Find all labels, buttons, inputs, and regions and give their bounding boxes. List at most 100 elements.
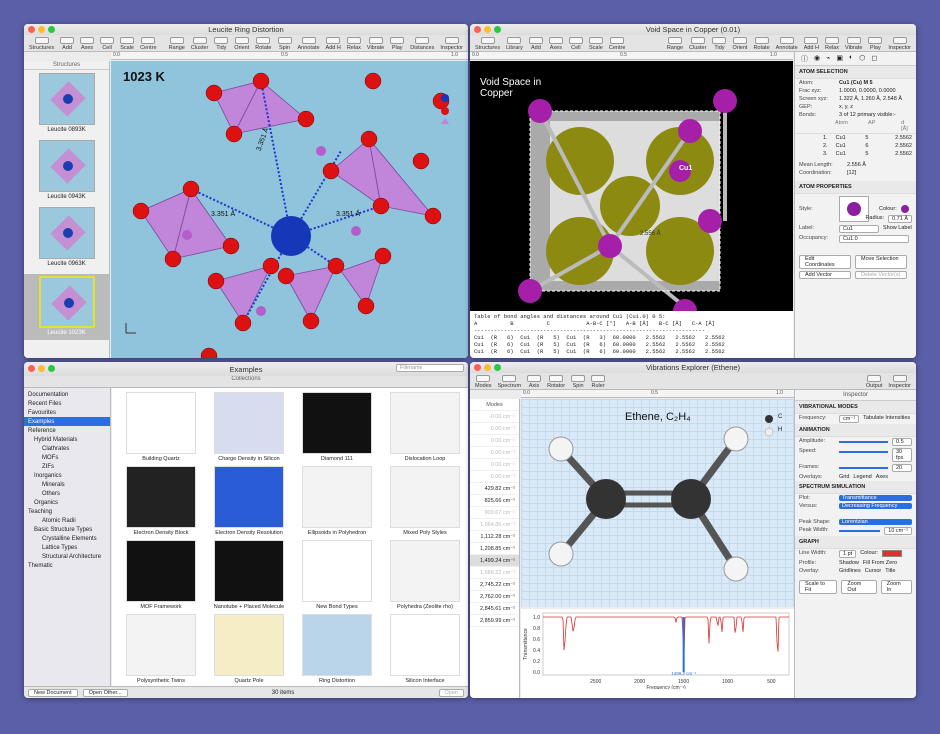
example-tile[interactable]: Ring Distortion — [296, 614, 378, 684]
delete-vector-button[interactable]: Delete Vector(s) — [855, 271, 907, 279]
section-header[interactable]: VIBRATIONAL MODES — [795, 401, 916, 414]
example-tile[interactable]: Quartz Pole — [208, 614, 290, 684]
colour-swatch[interactable] — [900, 205, 909, 213]
title-checkbox[interactable]: Title — [885, 568, 895, 574]
gridlines-checkbox[interactable]: Gridlines — [839, 568, 861, 574]
mode-row[interactable]: 909.67 cm⁻¹ — [470, 507, 519, 519]
close-button[interactable] — [474, 364, 481, 371]
zoom-button[interactable] — [48, 365, 55, 372]
speed-field[interactable]: 30 fps — [892, 448, 912, 462]
scale-to-fit-button[interactable]: Scale to Fit — [799, 580, 838, 594]
example-tile[interactable]: Electron Density Resolution — [208, 466, 290, 536]
toolbar-button[interactable]: Rotate — [253, 37, 273, 51]
example-tile[interactable]: MOF Framework — [120, 540, 202, 610]
example-tile[interactable]: New Bond Types — [296, 540, 378, 610]
bond-icon[interactable]: ⌁ — [826, 54, 830, 63]
mode-row[interactable]: 2,859.99 cm⁻¹ — [470, 615, 519, 627]
sidebar-item[interactable]: Others — [24, 489, 110, 498]
zoom-out-button[interactable]: Zoom Out — [841, 580, 877, 594]
mode-row[interactable]: 2,845.61 cm⁻¹ — [470, 603, 519, 615]
mode-row[interactable]: 0.00 cm⁻¹ — [470, 447, 519, 459]
window-controls[interactable] — [28, 365, 55, 372]
peak-width-slider[interactable] — [839, 530, 881, 532]
structure-thumb[interactable]: Leucite 0893K — [30, 73, 103, 137]
window-controls[interactable] — [28, 26, 55, 33]
mode-row[interactable]: 1,499.24 cm⁻¹ — [470, 555, 519, 567]
zoom-button[interactable] — [494, 364, 501, 371]
plot-popup[interactable]: Transmittance — [839, 495, 912, 501]
toolbar-button[interactable]: Centre — [138, 37, 159, 51]
mode-row[interactable]: -0.00 cm⁻¹ — [470, 411, 519, 423]
sidebar-item[interactable]: Hybrid Materials — [24, 435, 110, 444]
speed-slider[interactable] — [839, 451, 888, 453]
sidebar-item[interactable]: ZIFs — [24, 462, 110, 471]
colour-swatch[interactable] — [881, 550, 902, 557]
mode-row[interactable]: 1,586.22 cm⁻¹ — [470, 567, 519, 579]
sidebar-item[interactable]: Documentation — [24, 390, 110, 399]
move-selection-button[interactable]: Move Selection — [855, 255, 907, 269]
toolbar-button[interactable]: Inspector — [886, 37, 913, 51]
example-tile[interactable]: Polyhedra (Zeolite rho) — [384, 540, 466, 610]
toolbar-button[interactable]: Relax — [823, 37, 841, 51]
view-icon[interactable]: ◐ — [849, 54, 853, 63]
frequency-unit-popup[interactable]: cm⁻¹ — [839, 415, 860, 423]
toolbar-button[interactable]: Add — [58, 37, 76, 51]
toolbar-button[interactable]: Rotate — [751, 37, 771, 51]
frames-slider[interactable] — [839, 467, 888, 469]
toolbar-button[interactable]: Modes — [473, 375, 494, 389]
peak-width-field[interactable]: 10 cm⁻¹ — [884, 527, 912, 535]
toolbar-button[interactable]: Scale — [587, 37, 605, 51]
sidebar-item[interactable]: Basic Structure Types — [24, 525, 110, 534]
sidebar-item[interactable]: Atomic Radii — [24, 516, 110, 525]
toolbar-button[interactable]: Rotator — [545, 375, 567, 389]
toolbar-button[interactable]: Inspector — [438, 37, 465, 51]
minimize-button[interactable] — [484, 26, 491, 33]
toolbar-button[interactable]: Annotate — [774, 37, 800, 51]
mode-row[interactable]: 0.00 cm⁻¹ — [470, 471, 519, 483]
toolbar-button[interactable]: Spin — [569, 375, 587, 389]
mode-row[interactable]: 0.00 cm⁻¹ — [470, 459, 519, 471]
structure-thumb[interactable]: Leucite 0963K — [30, 207, 103, 271]
mode-row[interactable]: 1,064.86 cm⁻¹ — [470, 519, 519, 531]
legend-checkbox[interactable]: Legend — [853, 474, 871, 480]
amplitude-field[interactable]: 0.5 — [892, 438, 912, 446]
structure-viewport[interactable]: Void Space in Copper Cu1 2.556 Å — [470, 61, 793, 323]
toolbar-button[interactable]: Spectrum — [496, 375, 524, 389]
mode-row[interactable]: 2,762.00 cm⁻¹ — [470, 591, 519, 603]
poly-icon[interactable]: ⬡ — [859, 54, 865, 63]
section-header[interactable]: ATOM PROPERTIES — [795, 181, 916, 194]
mode-row[interactable]: 1,208.85 cm⁻¹ — [470, 543, 519, 555]
toolbar-button[interactable]: Play — [388, 37, 406, 51]
toolbar-button[interactable]: Orient — [232, 37, 251, 51]
sidebar-item[interactable]: Inorganics — [24, 471, 110, 480]
example-tile[interactable]: Dislocation Loop — [384, 392, 466, 462]
toolbar-button[interactable]: Inspector — [886, 375, 913, 389]
toolbar-button[interactable]: Structures — [473, 37, 502, 51]
open-button[interactable]: Open — [438, 688, 464, 697]
section-header[interactable]: SPECTRUM SIMULATION — [795, 481, 916, 494]
toolbar-button[interactable]: Orient — [730, 37, 749, 51]
section-header[interactable]: ANIMATION — [795, 424, 916, 437]
sidebar-item[interactable]: Reference — [24, 426, 110, 435]
mode-row[interactable]: 825.66 cm⁻¹ — [470, 495, 519, 507]
toolbar-button[interactable]: Tidy — [212, 37, 230, 51]
mode-row[interactable]: 2,745.22 cm⁻¹ — [470, 579, 519, 591]
example-tile[interactable]: Ellipsoids in Polyhedron — [296, 466, 378, 536]
axes-checkbox[interactable]: Axes — [876, 474, 888, 480]
select-icon[interactable]: ◻ — [871, 54, 877, 63]
sidebar-item[interactable]: Structural Architecture — [24, 552, 110, 561]
toolbar-button[interactable]: Output — [864, 375, 885, 389]
shadow-checkbox[interactable]: Shadow — [839, 560, 859, 566]
window-controls[interactable] — [474, 26, 501, 33]
versus-popup[interactable]: Decreasing Frequency — [839, 503, 912, 509]
section-header[interactable]: GRAPH — [795, 536, 916, 549]
label-field[interactable]: Cu1 — [839, 225, 879, 233]
info-icon[interactable]: ⓘ — [801, 54, 808, 63]
frames-field[interactable]: 20 — [892, 464, 912, 472]
radius-field[interactable]: 0.71 Å — [888, 215, 912, 223]
toolbar-button[interactable]: Scale — [118, 37, 136, 51]
sidebar-item[interactable]: Teaching — [24, 507, 110, 516]
close-button[interactable] — [28, 365, 35, 372]
toolbar-button[interactable]: Library — [504, 37, 525, 51]
toolbar-button[interactable]: Cell — [567, 37, 585, 51]
